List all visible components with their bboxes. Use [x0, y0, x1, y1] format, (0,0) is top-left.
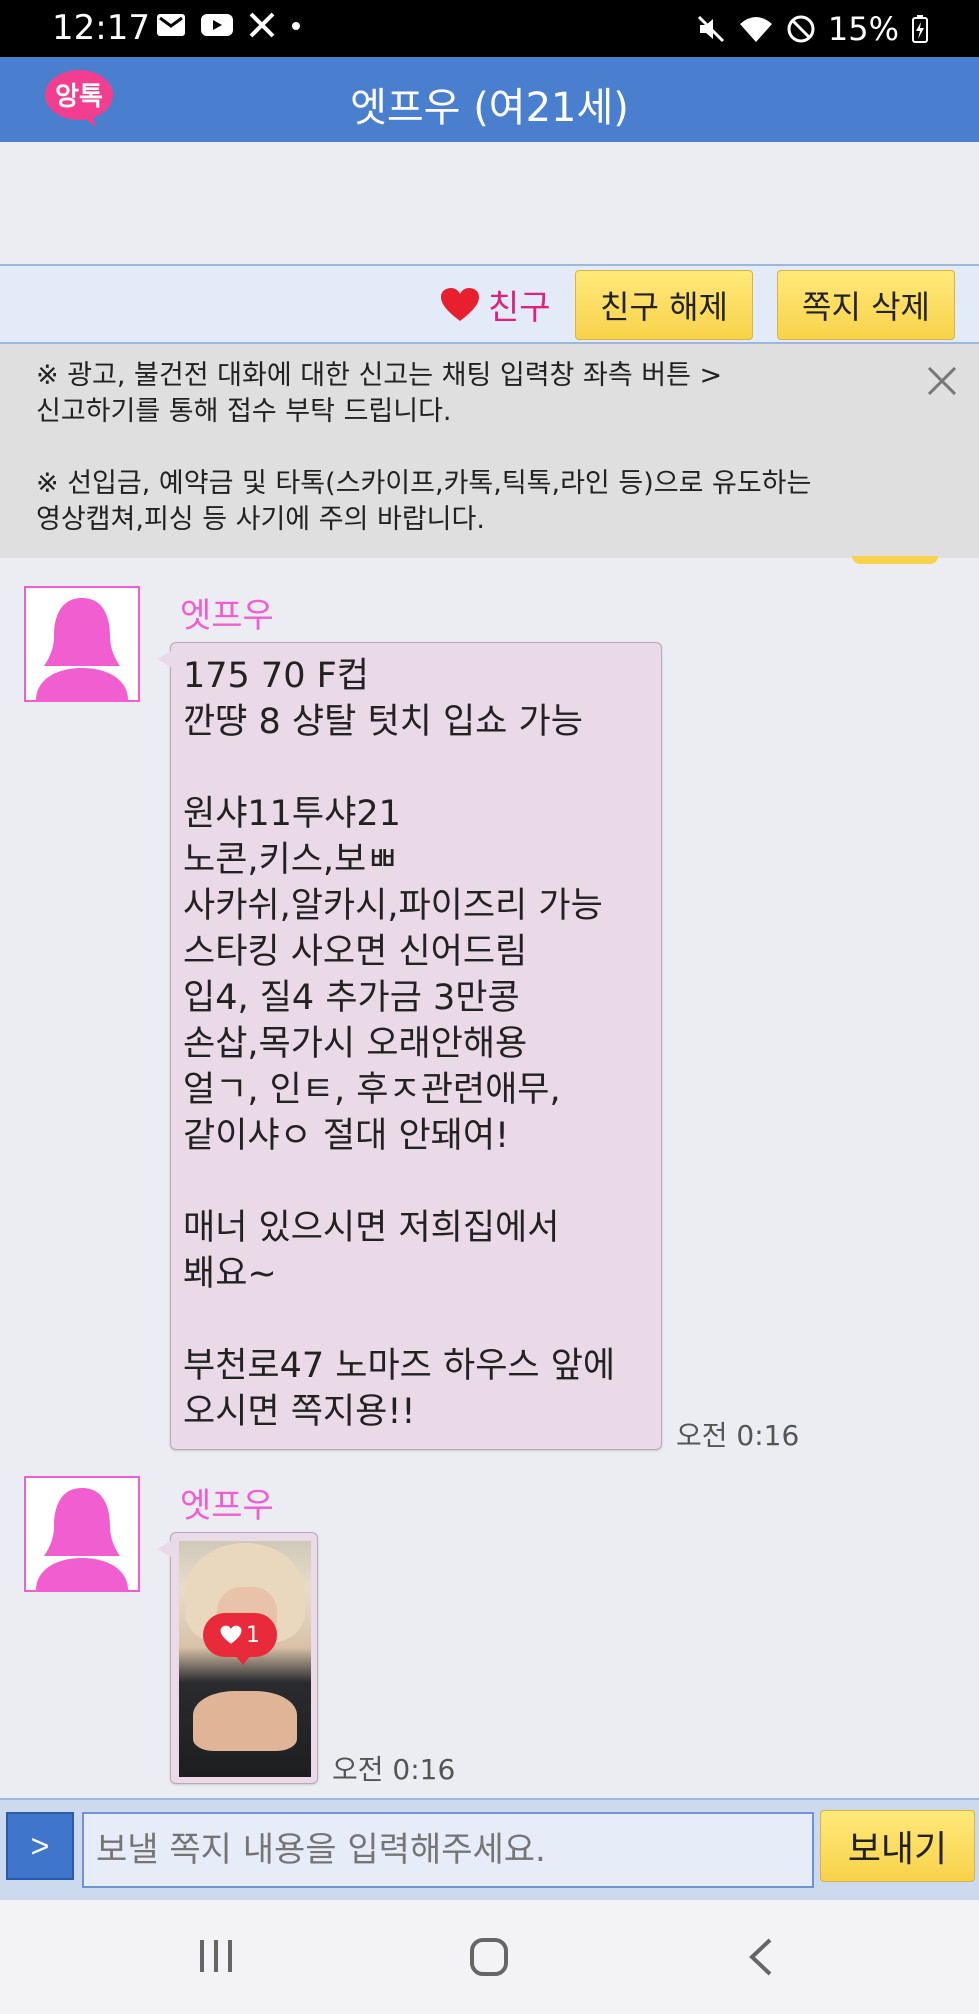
unfriend-button[interactable]: 친구 해제	[575, 270, 753, 340]
friend-label: 친구	[488, 288, 551, 328]
report-button[interactable]: >	[6, 1812, 74, 1880]
photo-message[interactable]: 1	[157, 1532, 318, 1784]
message-text: 175 70 F컵 깐땽 8 샹탈 텃치 입쇼 가능 원샤11투샤21 노콘,키…	[183, 656, 616, 1432]
battery-icon	[912, 15, 928, 43]
delete-message-button[interactable]: 쪽지 삭제	[777, 270, 955, 340]
avatar[interactable]	[24, 586, 140, 702]
message-timestamp: 오전 0:16	[676, 1419, 800, 1452]
sender-name: 엣프우	[180, 1486, 274, 1526]
mute-icon	[697, 15, 724, 43]
like-count: 1	[246, 1622, 260, 1648]
partial-button-edge	[852, 556, 938, 564]
input-bar: > 보내기	[0, 1798, 979, 1900]
notice-line: ※ 광고, 불건전 대화에 대한 신고는 채팅 입력창 좌측 버튼 >	[36, 360, 723, 391]
wifi-icon	[739, 17, 772, 42]
chat-title: 엣프우 (여21세)	[350, 85, 629, 131]
system-nav-bar	[0, 1900, 979, 2014]
heart-icon	[220, 1625, 242, 1644]
notice-line: 영상캡쳐,피싱 등 사기에 주의 바랍니다.	[36, 504, 485, 535]
dot-icon	[292, 22, 300, 30]
photo-thumbnail[interactable]: 1	[179, 1541, 311, 1777]
message-timestamp: 오전 0:16	[332, 1753, 456, 1786]
message-input[interactable]	[82, 1812, 814, 1888]
home-icon[interactable]	[468, 1936, 510, 1978]
x-icon	[249, 12, 275, 38]
battery-percent: 15%	[827, 10, 899, 48]
youtube-icon	[201, 14, 233, 36]
sender-name: 엣프우	[180, 596, 274, 636]
close-icon[interactable]	[925, 364, 959, 398]
status-time: 12:17	[52, 8, 150, 48]
send-button[interactable]: 보내기	[820, 1810, 975, 1882]
friend-status: 친구	[440, 280, 551, 329]
app-header: 앙톡 엣프우 (여21세)	[0, 57, 979, 142]
back-icon[interactable]	[746, 1936, 776, 1978]
warning-notice: ※ 광고, 불건전 대화에 대한 신고는 채팅 입력창 좌측 버튼 > 신고하기…	[0, 344, 979, 558]
like-badge: 1	[203, 1613, 277, 1665]
friend-bar: 친구 친구 해제 쪽지 삭제	[0, 264, 979, 344]
notice-line: 신고하기를 통해 접수 부탁 드립니다.	[36, 396, 452, 427]
message-bubble[interactable]: 175 70 F컵 깐땽 8 샹탈 텃치 입쇼 가능 원샤11투샤21 노콘,키…	[157, 642, 662, 1450]
block-icon	[787, 15, 815, 43]
heart-icon	[441, 287, 479, 321]
recent-apps-icon[interactable]	[196, 1936, 236, 1976]
notice-line: ※ 선입금, 예약금 및 타톡(스카이프,카톡,틱톡,라인 등)으로 유도하는	[36, 468, 812, 499]
mail-icon	[157, 14, 185, 36]
avatar[interactable]	[24, 1476, 140, 1592]
status-bar: 12:17 15%	[0, 0, 979, 57]
